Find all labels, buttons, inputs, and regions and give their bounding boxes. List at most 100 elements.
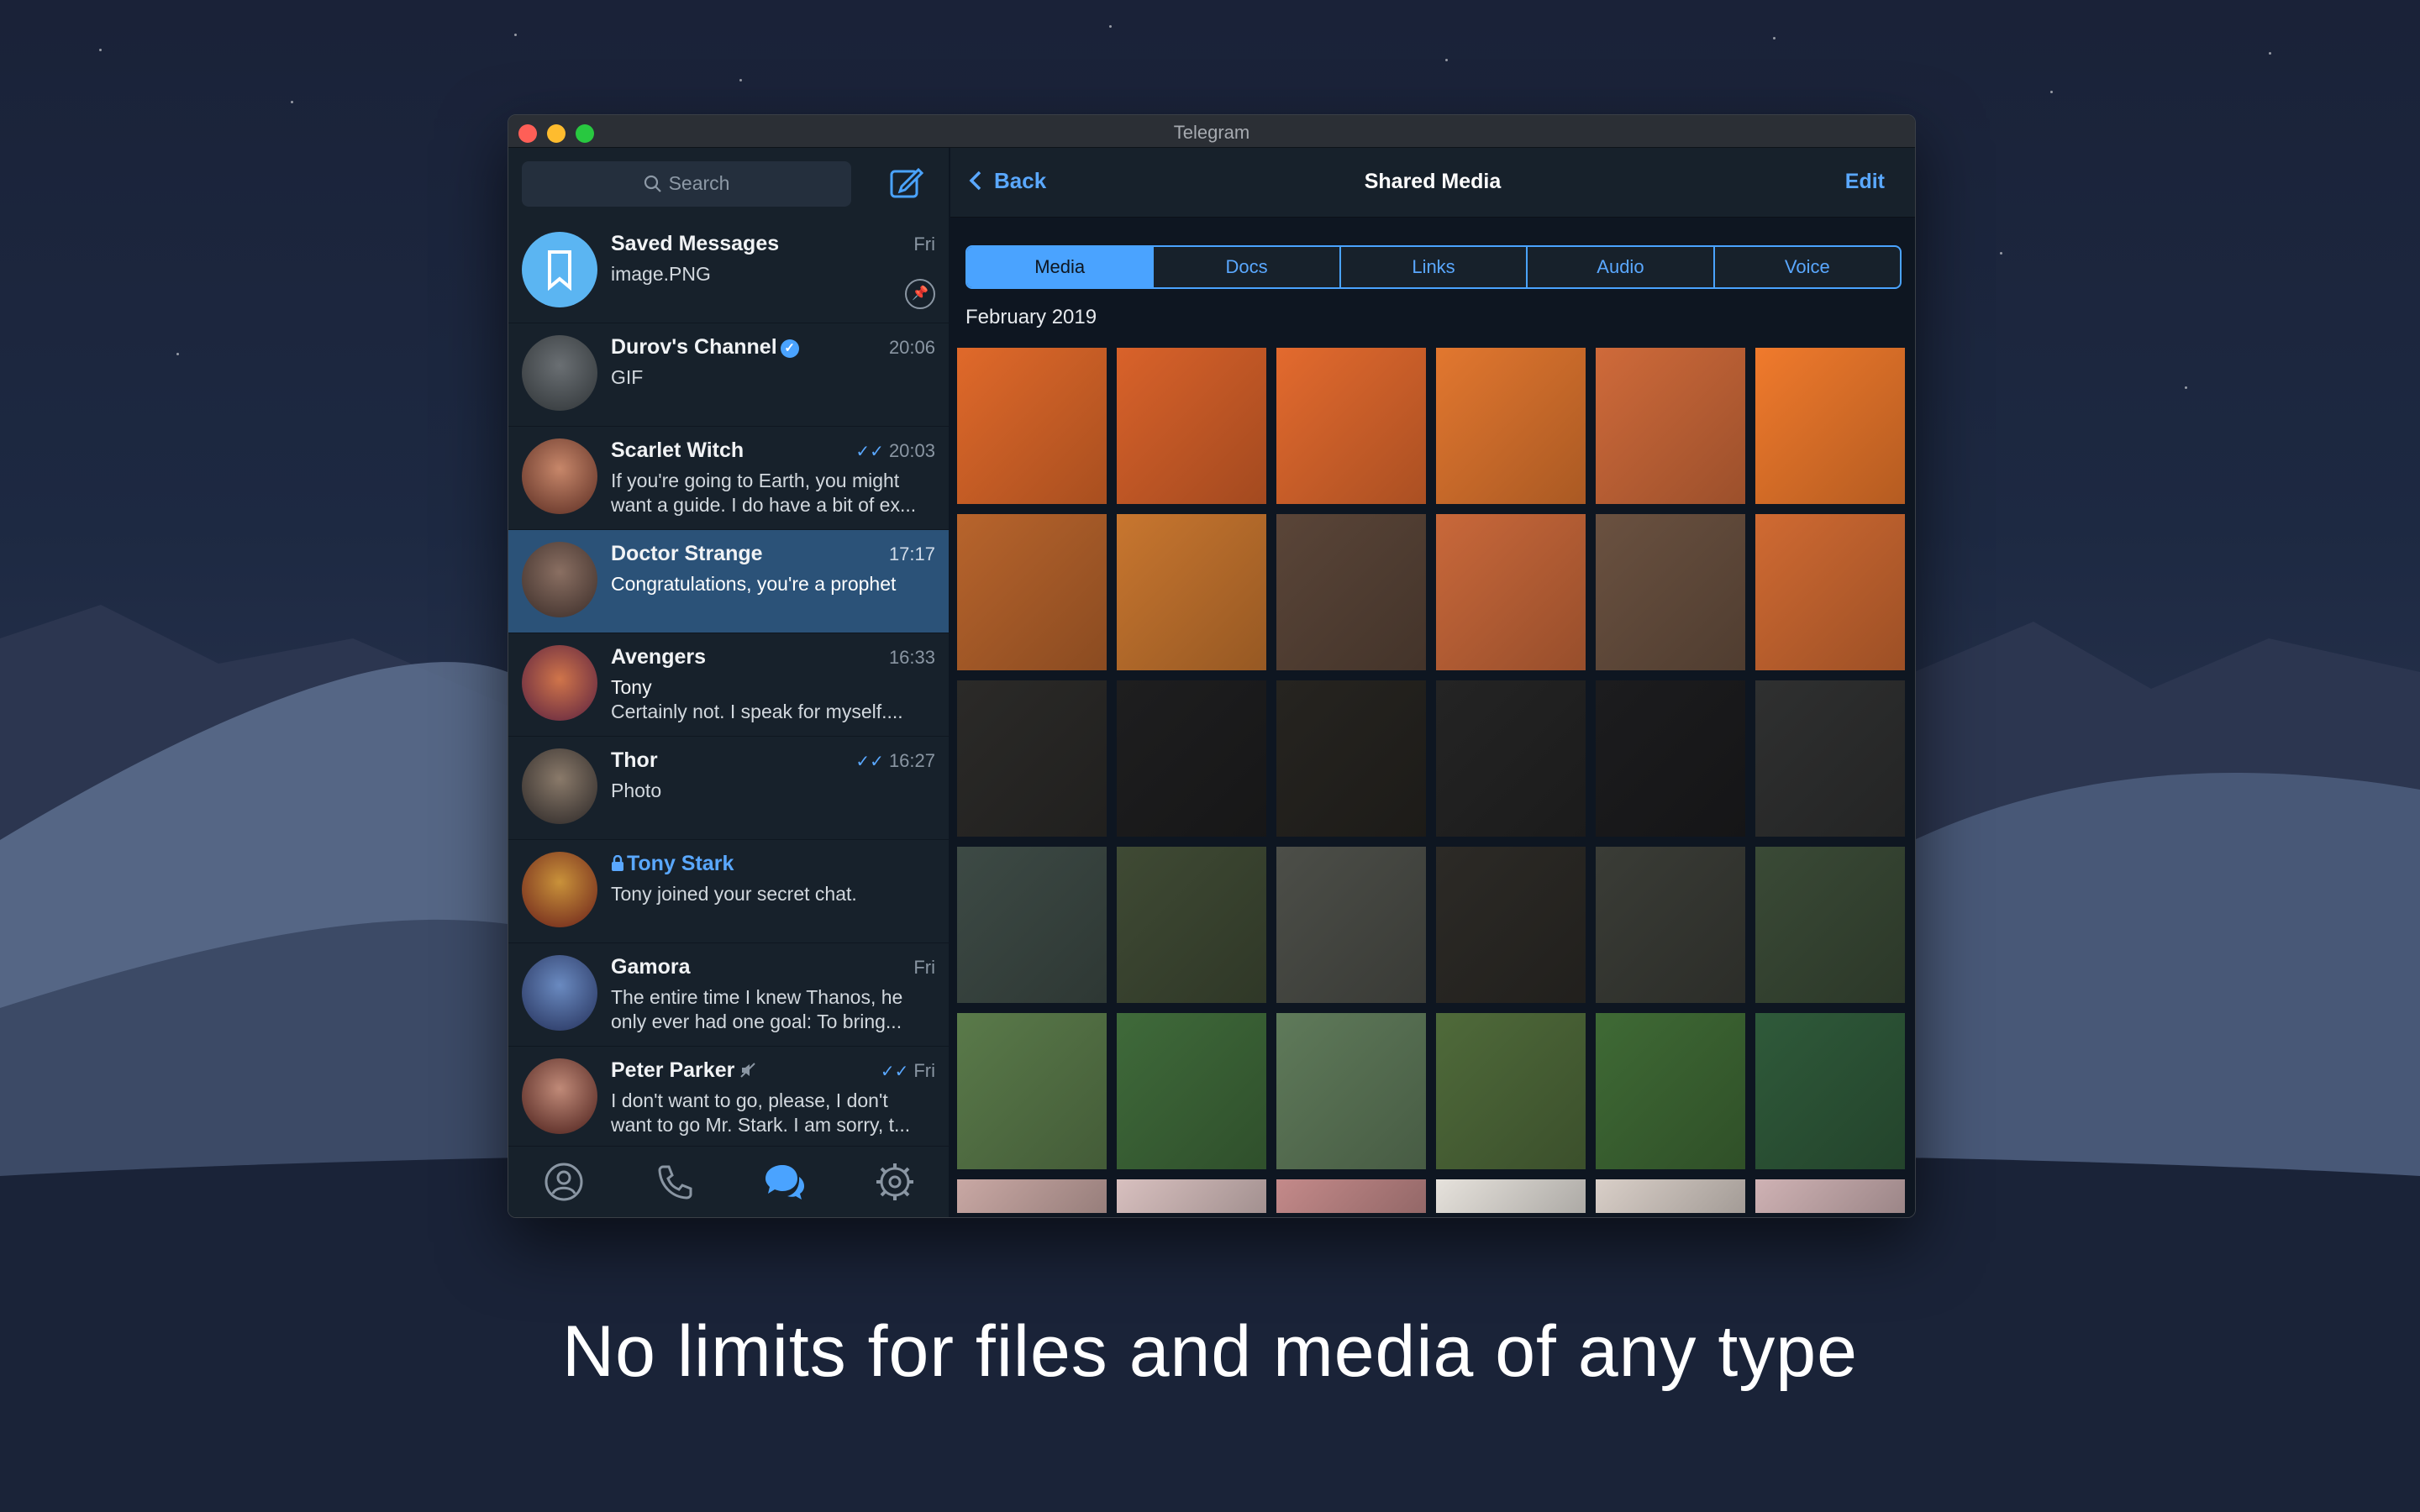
chat-item-doctor-strange[interactable]: Doctor Strange 17:17 Congratulations, yo… [508, 530, 949, 633]
muted-icon [740, 1063, 756, 1078]
chat-name: Scarlet Witch [611, 438, 744, 462]
avatar [522, 542, 597, 617]
media-thumbnail[interactable] [1436, 1013, 1586, 1169]
media-thumbnail[interactable] [1755, 1179, 1905, 1213]
media-thumbnail[interactable] [1436, 680, 1586, 837]
page-title: Shared Media [1364, 170, 1502, 193]
media-thumbnail[interactable] [957, 680, 1107, 837]
tab-voice[interactable]: Voice [1715, 247, 1900, 287]
media-grid [957, 348, 1907, 1213]
media-thumbnail[interactable] [1596, 348, 1745, 504]
media-thumbnail[interactable] [1436, 1179, 1586, 1213]
tagline: No limits for files and media of any typ… [562, 1311, 1858, 1392]
search-row: Search [508, 148, 949, 220]
media-thumbnail[interactable] [1755, 514, 1905, 670]
avatar [522, 955, 597, 1031]
media-thumbnail[interactable] [1276, 1179, 1426, 1213]
media-thumbnail[interactable] [1276, 514, 1426, 670]
calls-icon[interactable] [653, 1160, 697, 1204]
chat-name: Thor [611, 748, 658, 772]
media-thumbnail[interactable] [957, 514, 1107, 670]
media-thumbnail[interactable] [1117, 1179, 1266, 1213]
chat-item-saved-messages[interactable]: Saved Messages Fri image.PNG 📌 [508, 220, 949, 323]
media-thumbnail[interactable] [957, 348, 1107, 504]
media-thumbnail[interactable] [1596, 1179, 1745, 1213]
search-input[interactable]: Search [522, 161, 851, 207]
media-thumbnail[interactable] [1117, 847, 1266, 1003]
chat-message: Tony joined your secret chat. [611, 883, 857, 905]
media-thumbnail[interactable] [1117, 680, 1266, 837]
chat-time: 20:03 [888, 440, 935, 461]
media-thumbnail[interactable] [1596, 1013, 1745, 1169]
chat-name: Peter Parker [611, 1058, 735, 1082]
chat-item-avengers[interactable]: Avengers 16:33 Tony Certainly not. I spe… [508, 633, 949, 737]
media-thumbnail[interactable] [957, 1013, 1107, 1169]
media-thumbnail[interactable] [1755, 680, 1905, 837]
chat-item-gamora[interactable]: Gamora Fri The entire time I knew Thanos… [508, 943, 949, 1047]
shared-media-panel: Back Shared Media Edit Media Docs Links … [950, 148, 1915, 1217]
edit-button[interactable]: Edit [1845, 170, 1885, 194]
chat-name: Tony Stark [627, 852, 734, 875]
double-check-icon: ✓✓ [880, 1063, 909, 1081]
chat-item-durovs-channel[interactable]: Durov's Channel ✓ 20:06 GIF [508, 323, 949, 427]
media-thumbnail[interactable] [957, 847, 1107, 1003]
media-thumbnail[interactable] [1755, 847, 1905, 1003]
chats-icon[interactable] [762, 1160, 806, 1204]
chat-name: Avengers [611, 645, 707, 669]
search-icon [644, 175, 661, 192]
media-thumbnail[interactable] [1117, 514, 1266, 670]
media-thumbnail[interactable] [1755, 1013, 1905, 1169]
chat-message: If you're going to Earth, you might want… [611, 470, 917, 516]
media-thumbnail[interactable] [1596, 847, 1745, 1003]
media-thumbnail[interactable] [957, 1179, 1107, 1213]
media-thumbnail[interactable] [1755, 348, 1905, 504]
settings-icon[interactable] [873, 1160, 917, 1204]
avatar [522, 232, 597, 307]
media-thumbnail[interactable] [1276, 847, 1426, 1003]
media-thumbnail[interactable] [1276, 1013, 1426, 1169]
chat-item-tony-stark[interactable]: Tony Stark Tony joined your secret chat. [508, 840, 949, 943]
media-thumbnail[interactable] [1436, 514, 1586, 670]
search-placeholder: Search [668, 172, 730, 194]
chat-message: Certainly not. I speak for myself.... [611, 701, 903, 722]
chat-time: 16:27 [888, 750, 935, 771]
media-type-tabs: Media Docs Links Audio Voice [965, 245, 1902, 289]
avatar [522, 335, 597, 411]
double-check-icon: ✓✓ [855, 443, 884, 461]
month-header: February 2019 [965, 306, 1097, 328]
chat-time: Fri [913, 234, 935, 255]
tab-links[interactable]: Links [1341, 247, 1528, 287]
chat-name: Doctor Strange [611, 542, 763, 565]
avatar [522, 438, 597, 514]
double-check-icon: ✓✓ [855, 753, 884, 771]
media-thumbnail[interactable] [1117, 348, 1266, 504]
chat-time: Fri [913, 957, 935, 978]
tab-media[interactable]: Media [967, 247, 1155, 287]
media-thumbnail[interactable] [1596, 680, 1745, 837]
chat-sidebar: Search Saved Messages Fri image.PNG 📌 Du… [508, 148, 950, 1217]
shared-media-header: Back Shared Media Edit [950, 148, 1915, 218]
media-thumbnail[interactable] [1436, 847, 1586, 1003]
window-title: Telegram [1173, 122, 1250, 143]
compose-icon[interactable] [886, 163, 925, 202]
chat-message: image.PNG [611, 263, 711, 285]
avatar [522, 852, 597, 927]
chat-message: I don't want to go, please, I don't want… [611, 1089, 911, 1136]
tab-audio[interactable]: Audio [1528, 247, 1715, 287]
media-thumbnail[interactable] [1436, 348, 1586, 504]
media-thumbnail[interactable] [1596, 514, 1745, 670]
avatar [522, 1058, 597, 1134]
telegram-window: Telegram Search Saved Messages Fri image… [508, 114, 1916, 1218]
chat-time: Fri [913, 1060, 935, 1081]
chat-item-scarlet-witch[interactable]: Scarlet Witch ✓✓ 20:03 If you're going to… [508, 427, 949, 530]
chat-name: Durov's Channel [611, 335, 777, 359]
chat-time: 17:17 [888, 543, 935, 564]
media-thumbnail[interactable] [1276, 680, 1426, 837]
verified-icon: ✓ [780, 339, 799, 358]
media-thumbnail[interactable] [1276, 348, 1426, 504]
chat-item-thor[interactable]: Thor ✓✓ 16:27 Photo [508, 737, 949, 840]
tab-docs[interactable]: Docs [1154, 247, 1341, 287]
contacts-icon[interactable] [542, 1160, 586, 1204]
media-thumbnail[interactable] [1117, 1013, 1266, 1169]
chat-item-peter-parker[interactable]: Peter Parker ✓✓ Fri I don't want to go, p… [508, 1047, 949, 1150]
